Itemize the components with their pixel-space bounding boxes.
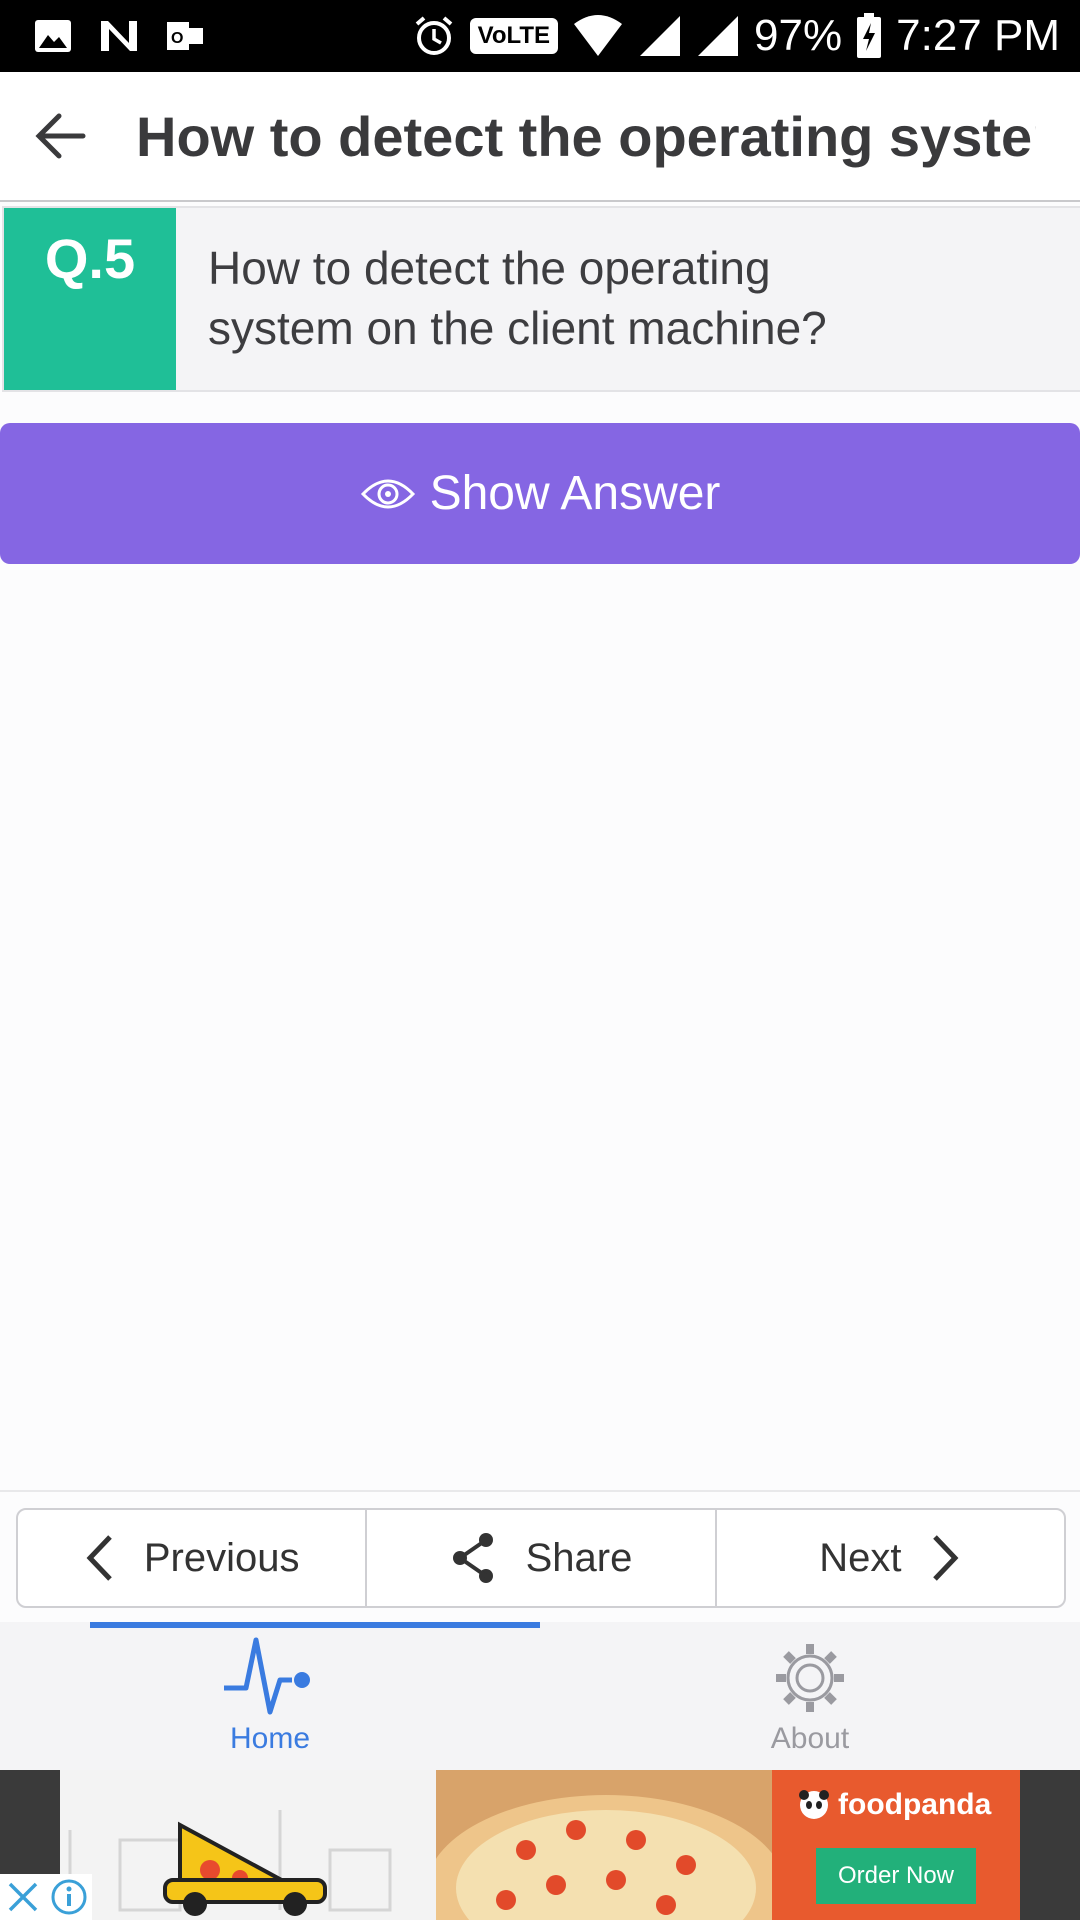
clock: 7:27 PM (896, 11, 1060, 60)
status-bar: O VoLTE 97% 7:27 PM (0, 0, 1080, 72)
battery-percent: 97% (754, 11, 843, 60)
ad-order-now-button[interactable]: Order Now (816, 1848, 976, 1904)
back-button[interactable] (0, 72, 120, 200)
alarm-icon (415, 16, 452, 55)
ad-pizza-photo (436, 1770, 772, 1920)
share-label: Share (525, 1535, 633, 1580)
ad-close-icon[interactable] (0, 1874, 46, 1920)
ad-info-icon[interactable] (46, 1874, 92, 1920)
next-button[interactable]: Next (714, 1510, 1064, 1606)
ad-brand-label: foodpanda (838, 1788, 992, 1821)
next-label: Next (819, 1535, 902, 1580)
n-app-notification-icon (101, 21, 137, 51)
question-card: Q.5 How to detect the operating system o… (2, 206, 1080, 392)
tab-home-label: Home (229, 1722, 311, 1755)
panda-icon (799, 1790, 829, 1819)
eye-icon (360, 479, 415, 508)
tab-home[interactable]: Home (0, 1622, 540, 1770)
question-number-badge: Q.5 (4, 208, 176, 390)
svg-text:O: O (171, 30, 183, 47)
show-answer-button[interactable]: Show Answer (0, 423, 1080, 564)
question-text: How to detect the operating system on th… (208, 242, 827, 354)
chevron-right-icon (933, 1535, 959, 1581)
tab-about[interactable]: About (540, 1622, 1080, 1770)
ad-controls (0, 1874, 92, 1920)
back-arrow-icon (35, 113, 86, 159)
ad-foodpanda-panel: foodpanda Order Now (772, 1770, 1020, 1920)
outlook-notification-icon: O (167, 22, 203, 50)
ad-brand: foodpanda (798, 1788, 991, 1822)
wifi-icon (574, 15, 623, 56)
gallery-notification-icon (35, 20, 71, 52)
gear-icon (776, 1644, 844, 1712)
show-answer-label: Show Answer (429, 467, 721, 520)
share-icon (452, 1533, 493, 1583)
battery-charging-icon (857, 13, 882, 58)
question-navigation: Previous Share Next (0, 1490, 1080, 1624)
tab-about-label: About (770, 1722, 850, 1755)
chevron-left-icon (86, 1535, 112, 1581)
app-bar: How to detect the operating system (0, 72, 1080, 202)
previous-label: Previous (143, 1535, 300, 1580)
ad-banner[interactable]: foodpanda Order Now (0, 1770, 1080, 1920)
page-title: How to detect the operating system (136, 104, 1036, 168)
share-button[interactable]: Share (365, 1510, 714, 1606)
volte-badge: VoLTE (469, 18, 559, 54)
previous-button[interactable]: Previous (18, 1510, 365, 1606)
ad-pizza-car-illustration (60, 1770, 436, 1920)
pulse-icon (224, 1637, 310, 1715)
bottom-tab-bar: Home About (0, 1622, 1080, 1770)
signal-icon (640, 16, 681, 56)
signal-icon-2 (698, 16, 739, 56)
